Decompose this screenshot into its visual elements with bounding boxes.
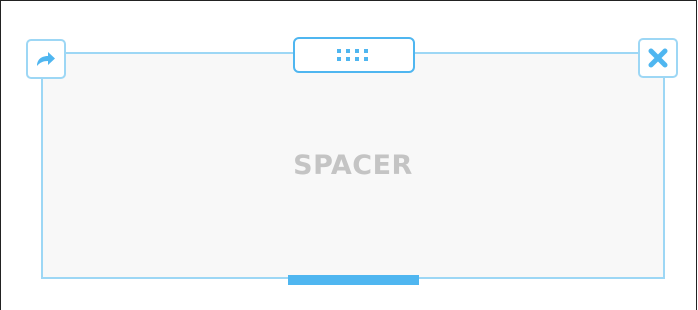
- move-button[interactable]: [26, 39, 66, 79]
- share-arrow-icon: [34, 47, 58, 71]
- bottom-resize-handle[interactable]: [288, 275, 419, 285]
- remove-button[interactable]: [638, 38, 678, 78]
- canvas-frame-right-edge: [696, 0, 697, 310]
- drag-dots-icon: [334, 47, 374, 63]
- drag-handle[interactable]: [293, 37, 415, 73]
- close-icon: [646, 46, 670, 70]
- spacer-label: SPACER: [293, 150, 413, 181]
- spacer-block[interactable]: SPACER: [41, 52, 665, 279]
